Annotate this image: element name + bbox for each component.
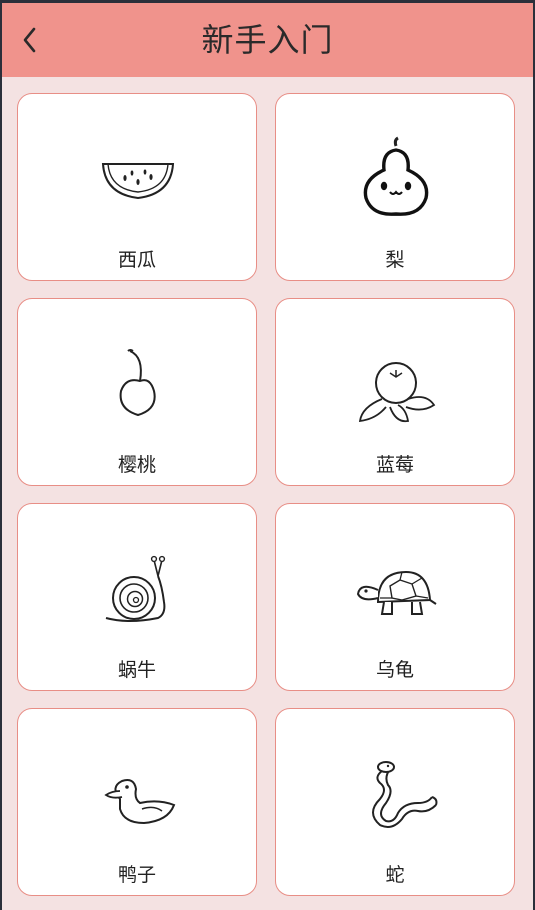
card-label: 梨	[385, 249, 405, 271]
card-label: 鸭子	[117, 864, 156, 886]
card-pear[interactable]: 梨	[275, 93, 515, 281]
card-snail[interactable]: 蜗牛	[17, 503, 257, 691]
snail-icon	[88, 542, 188, 642]
card-cherry[interactable]: 樱桃	[17, 298, 257, 486]
pear-icon	[346, 132, 446, 232]
card-label: 蜗牛	[117, 659, 156, 681]
blueberry-icon	[346, 337, 446, 437]
card-blueberry[interactable]: 蓝莓	[275, 298, 515, 486]
card-duck[interactable]: 鸭子	[17, 708, 257, 896]
duck-icon	[88, 747, 188, 847]
card-label: 西瓜	[117, 249, 156, 271]
turtle-icon	[346, 542, 446, 642]
app-screen: 新手入门 西瓜 梨 樱桃 蓝莓 蜗牛 乌龟 鸭子 蛇	[2, 3, 533, 910]
card-label: 乌龟	[375, 659, 414, 681]
snake-icon	[346, 747, 446, 847]
card-label: 樱桃	[117, 454, 156, 476]
card-snake[interactable]: 蛇	[275, 708, 515, 896]
card-label: 蛇	[385, 864, 405, 886]
item-grid: 西瓜 梨 樱桃 蓝莓 蜗牛 乌龟 鸭子 蛇	[2, 3, 533, 910]
card-label: 蓝莓	[375, 454, 414, 476]
card-turtle[interactable]: 乌龟	[275, 503, 515, 691]
watermelon-icon	[88, 132, 188, 232]
card-watermelon[interactable]: 西瓜	[17, 93, 257, 281]
cherry-icon	[88, 337, 188, 437]
